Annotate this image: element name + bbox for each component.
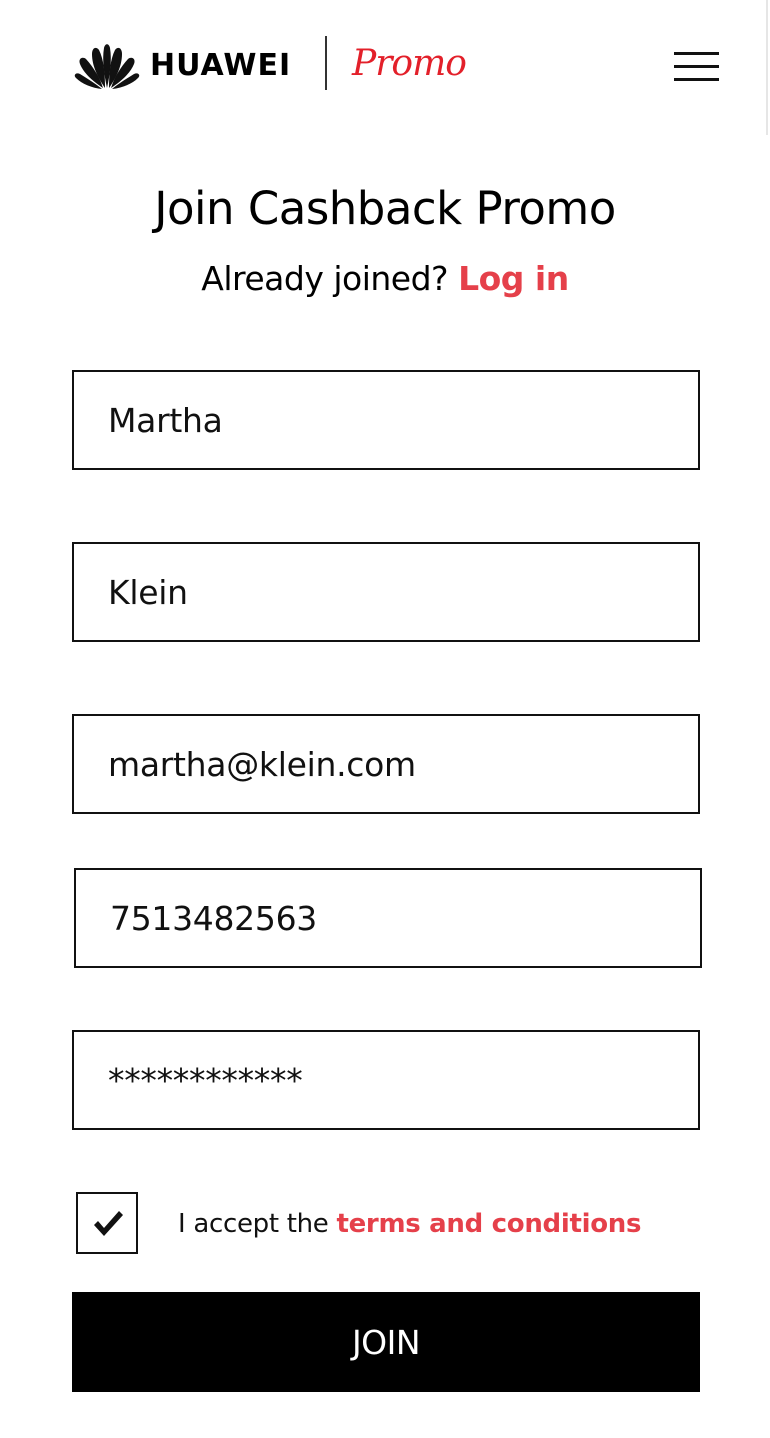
- menu-bar: [674, 78, 719, 81]
- menu-bar: [674, 65, 719, 68]
- terms-prefix: I accept the: [178, 1209, 329, 1239]
- password-input[interactable]: [74, 1032, 698, 1128]
- brand-divider: [325, 36, 327, 90]
- brand-promo-label: Promo: [352, 43, 467, 84]
- email-input[interactable]: [74, 716, 698, 812]
- hamburger-menu-icon[interactable]: [674, 52, 720, 82]
- terms-label: I accept the terms and conditions: [178, 1204, 641, 1244]
- first-name-field-box: [72, 370, 700, 470]
- last-name-field-box: [72, 542, 700, 642]
- brand-name: HUAWEI: [150, 48, 292, 83]
- checkmark-icon: [94, 1211, 123, 1236]
- phone-input[interactable]: [76, 870, 700, 966]
- menu-bar: [674, 52, 719, 55]
- terms-link[interactable]: terms and conditions: [336, 1209, 641, 1239]
- page-title: Join Cashback Promo: [154, 182, 616, 235]
- already-joined-line: Already joined? Log in: [0, 256, 770, 302]
- join-button[interactable]: JOIN: [72, 1292, 700, 1392]
- first-name-input[interactable]: [74, 372, 698, 468]
- password-field-box: [72, 1030, 700, 1130]
- phone-field-box: [74, 868, 702, 968]
- last-name-input[interactable]: [74, 544, 698, 640]
- email-field-box: [72, 714, 700, 814]
- scroll-edge: [766, 0, 768, 135]
- already-joined-text: Already joined?: [201, 259, 449, 298]
- terms-checkbox[interactable]: [76, 1192, 138, 1254]
- signup-page: HUAWEI Promo Join Cashback Promo Already…: [0, 0, 770, 1438]
- login-link[interactable]: Log in: [458, 259, 569, 298]
- huawei-logo-icon: [74, 44, 140, 89]
